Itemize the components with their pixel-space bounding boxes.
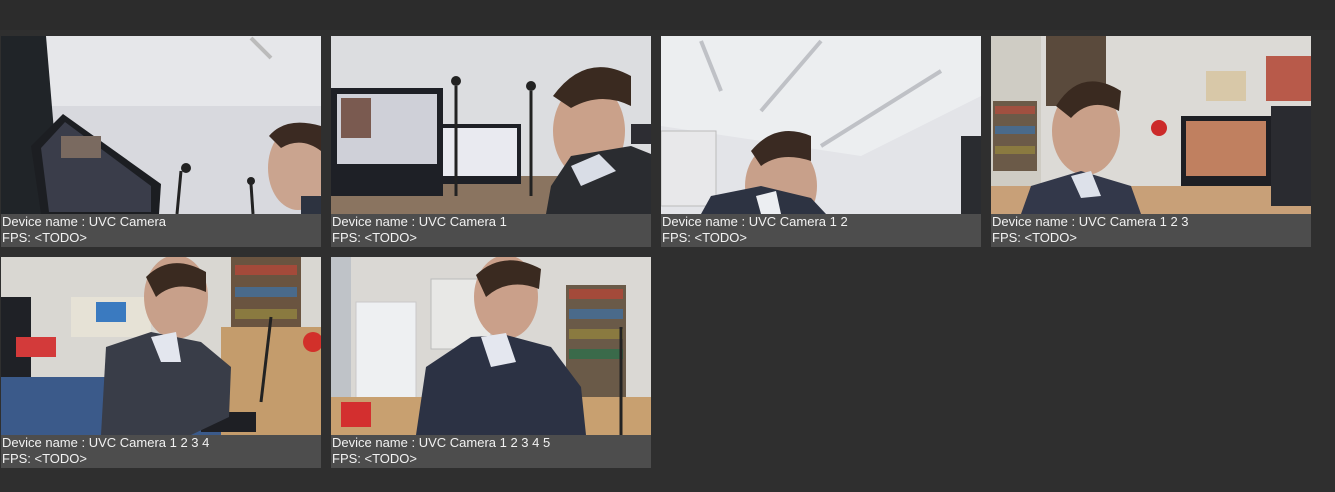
fps-label: FPS: <TODO> [662, 230, 748, 245]
camera-feed-graphic [991, 36, 1311, 214]
camera-info-bar: Device name : UVC Camera 1 2 3 FPS: <TOD… [991, 214, 1311, 247]
device-name-label: Device name : UVC Camera 1 [332, 214, 507, 229]
camera-feed-graphic [661, 36, 981, 214]
camera-tile-2[interactable]: Device name : UVC Camera 1 FPS: <TODO> [331, 36, 651, 247]
device-name-label: Device name : UVC Camera 1 2 3 4 5 [332, 435, 551, 450]
device-name-label: Device name : UVC Camera 1 2 3 4 [2, 435, 210, 450]
camera-feed-image [331, 257, 651, 435]
camera-tile-5[interactable]: Device name : UVC Camera 1 2 3 4 FPS: <T… [1, 257, 321, 468]
camera-feed-graphic [331, 36, 651, 214]
camera-feed-graphic [331, 257, 651, 435]
camera-info-bar: Device name : UVC Camera 1 FPS: <TODO> [331, 214, 651, 247]
camera-tile-3[interactable]: Device name : UVC Camera 1 2 FPS: <TODO> [661, 36, 981, 247]
window-top-bar [0, 0, 1335, 30]
camera-info-bar: Device name : UVC Camera 1 2 3 4 FPS: <T… [1, 435, 321, 468]
camera-feed-image [661, 36, 981, 214]
camera-feed-image [1, 36, 321, 214]
device-name-label: Device name : UVC Camera [2, 214, 166, 229]
device-name-label: Device name : UVC Camera 1 2 [662, 214, 848, 229]
camera-feed-graphic [1, 36, 321, 214]
camera-feed-image [331, 36, 651, 214]
device-name-label: Device name : UVC Camera 1 2 3 [992, 214, 1189, 229]
fps-label: FPS: <TODO> [332, 230, 418, 245]
camera-tile-1[interactable]: Device name : UVC Camera FPS: <TODO> [1, 36, 321, 247]
camera-feed-graphic [1, 257, 321, 435]
camera-info-bar: Device name : UVC Camera 1 2 FPS: <TODO> [661, 214, 981, 247]
camera-tile-4[interactable]: Device name : UVC Camera 1 2 3 FPS: <TOD… [991, 36, 1311, 247]
fps-label: FPS: <TODO> [2, 451, 88, 466]
fps-label: FPS: <TODO> [992, 230, 1078, 245]
camera-feed-image [1, 257, 321, 435]
camera-tile-6[interactable]: Device name : UVC Camera 1 2 3 4 5 FPS: … [331, 257, 651, 468]
fps-label: FPS: <TODO> [332, 451, 418, 466]
camera-feed-image [991, 36, 1311, 214]
camera-info-bar: Device name : UVC Camera 1 2 3 4 5 FPS: … [331, 435, 651, 468]
camera-info-bar: Device name : UVC Camera FPS: <TODO> [1, 214, 321, 247]
fps-label: FPS: <TODO> [2, 230, 88, 245]
